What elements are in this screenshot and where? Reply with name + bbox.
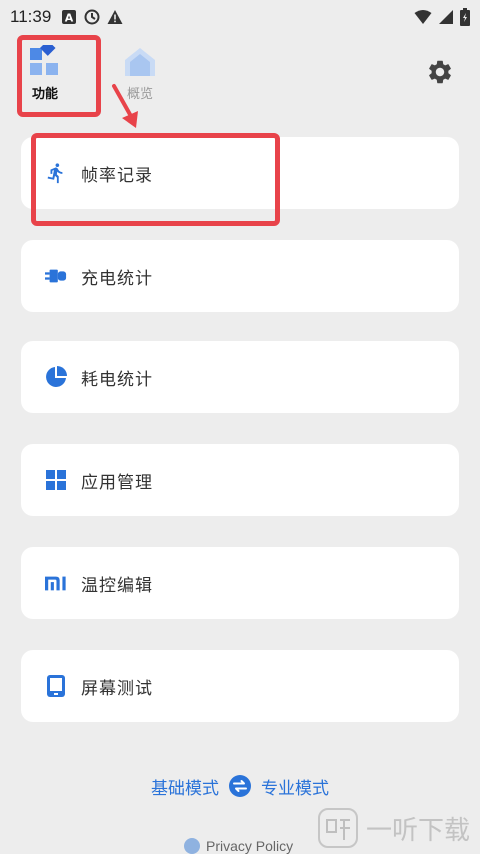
globe-icon xyxy=(184,838,200,854)
basic-mode-button[interactable]: 基础模式 xyxy=(151,774,219,799)
menu-item-charge-stats[interactable]: 充电统计 xyxy=(21,240,459,312)
menu-item-thermal-edit[interactable]: 温控编辑 xyxy=(21,547,459,619)
a-icon: A xyxy=(62,10,77,25)
warning-icon xyxy=(107,10,123,24)
apps-icon xyxy=(45,469,67,491)
arrow-annotation-icon xyxy=(112,84,138,128)
phone-icon xyxy=(45,675,67,697)
swap-icon[interactable] xyxy=(229,775,251,797)
menu-item-app-manage[interactable]: 应用管理 xyxy=(21,444,459,516)
menu-item-label: 应用管理 xyxy=(81,472,153,493)
watermark-logo-icon xyxy=(318,808,358,848)
watermark: 一听下载 xyxy=(318,808,470,848)
menu-item-label: 耗电统计 xyxy=(81,369,153,390)
mode-switch: 基础模式 专业模式 xyxy=(0,772,480,800)
runner-icon xyxy=(45,162,67,184)
wifi-icon xyxy=(414,10,432,24)
menu-item-label: 充电统计 xyxy=(81,268,153,289)
menu-item-power-stats[interactable]: 耗电统计 xyxy=(21,341,459,413)
menu-item-label: 帧率记录 xyxy=(81,165,153,186)
status-time: 11:39 xyxy=(10,7,52,26)
tab-function-label: 功能 xyxy=(31,87,58,102)
menu-item-label: 屏幕测试 xyxy=(81,678,153,699)
pie-icon xyxy=(45,366,67,388)
watermark-text: 一听下载 xyxy=(366,815,471,846)
gear-icon[interactable] xyxy=(426,58,454,86)
clock-icon xyxy=(84,9,100,25)
svg-text:A: A xyxy=(65,12,74,25)
mi-icon xyxy=(45,572,67,594)
tab-function[interactable]: 功能 xyxy=(17,45,73,105)
pro-mode-button[interactable]: 专业模式 xyxy=(261,774,329,799)
signal-icon xyxy=(439,10,453,24)
battery-icon xyxy=(460,8,470,26)
plug-icon xyxy=(45,265,67,287)
status-bar: 11:39 A xyxy=(0,0,480,34)
privacy-policy-link[interactable]: Privacy Policy xyxy=(184,838,293,854)
menu-item-framerate[interactable]: 帧率记录 xyxy=(21,137,459,209)
menu-item-label: 温控编辑 xyxy=(81,575,153,596)
menu-item-screen-test[interactable]: 屏幕测试 xyxy=(21,650,459,722)
grid-diamond-icon xyxy=(30,45,58,75)
privacy-policy-label: Privacy Policy xyxy=(206,838,294,854)
home-icon xyxy=(125,48,155,76)
